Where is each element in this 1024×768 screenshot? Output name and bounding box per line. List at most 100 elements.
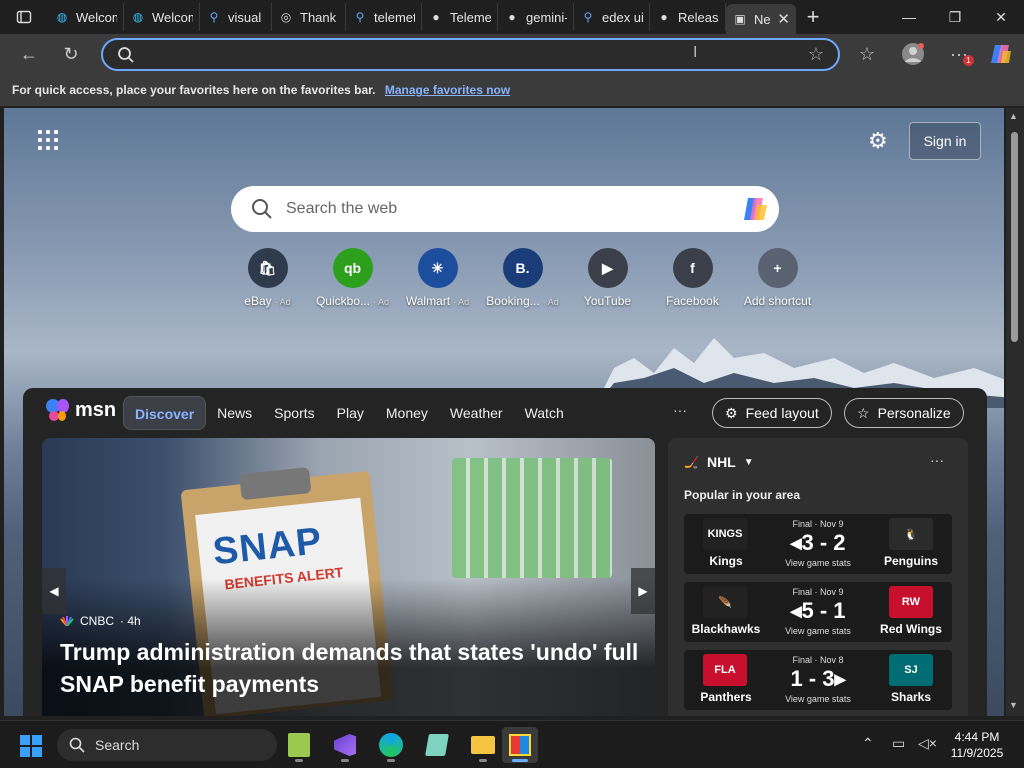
game-score: ◂3 - 2 [790, 530, 846, 555]
volume-muted-icon[interactable]: ◁× [918, 735, 937, 752]
profile-icon [902, 43, 924, 65]
shortcut-label: Add shortcut [744, 294, 811, 308]
shortcut-0[interactable]: 🛍 eBay · Ad [225, 248, 310, 308]
web-search-box[interactable]: Search the web [231, 186, 779, 232]
apps-grid-icon[interactable] [38, 130, 58, 150]
tab-sports[interactable]: Sports [263, 396, 325, 430]
taskbar: Search ⌃ ▭ ◁× 4:44 PM 11/9/2025 [0, 720, 1024, 768]
hero-age-value: 4h [127, 614, 141, 628]
game-stats-link: View game stats [785, 694, 851, 704]
tab-play[interactable]: Play [326, 396, 375, 430]
tab-3[interactable]: ◎ Thank Y [272, 3, 346, 31]
game-row[interactable]: 🪶 RW Blackhawks Red Wings Final · Nov 9 ◂5 - … [684, 582, 952, 642]
tab-label: gemini- [526, 9, 567, 25]
new-tab-button[interactable]: + [796, 4, 830, 30]
file-explorer-app[interactable] [465, 727, 501, 763]
scroll-down-icon[interactable]: ▼ [1009, 700, 1018, 710]
sign-in-button[interactable]: Sign in [909, 122, 981, 160]
tab-4[interactable]: ⚲ telemet [346, 3, 422, 31]
shortcut-2[interactable]: ✳ Walmart · Ad [395, 248, 480, 308]
tab-2[interactable]: ⚲ visual st [200, 3, 272, 31]
shortcut-4[interactable]: ▶ YouTube [565, 248, 650, 308]
game-row[interactable]: FLA SJ Panthers Sharks Final · Nov 81 - 3▸ Vi… [684, 650, 952, 710]
favorite-star-icon[interactable]: ☆ [808, 44, 824, 65]
search-icon: ⚲ [583, 10, 593, 24]
copilot-button[interactable] [986, 40, 1016, 68]
hero-source: CNBC · 4h [60, 614, 141, 628]
new-tab-page: ⚙ Sign in Search the web 🛍 eBay · Ad qb Quic… [4, 108, 1004, 716]
nav-more-button[interactable]: ··· [673, 402, 687, 418]
nhl-header[interactable]: 🏒 NHL ▼ [684, 454, 754, 470]
shortcut-3[interactable]: B. Booking... · Ad [480, 248, 565, 308]
hero-source-name: CNBC [80, 614, 115, 628]
feed-layout-button[interactable]: ⚙ Feed layout [712, 398, 832, 428]
custom-app[interactable] [502, 727, 538, 763]
search-icon [69, 737, 85, 753]
hero-next-button[interactable]: ▶ [631, 568, 655, 614]
hero-story[interactable]: SNAP BENEFITS ALERT ◀ ▶ CNBC · 4h Trump … [42, 438, 655, 716]
settings-more-button[interactable]: ··· 1 [944, 40, 974, 68]
scroll-up-icon[interactable]: ▲ [1009, 111, 1018, 121]
ad-badge: · Ad [274, 297, 291, 307]
taskbar-clock[interactable]: 4:44 PM 11/9/2025 [942, 729, 1012, 761]
taskbar-search[interactable]: Search [57, 729, 277, 761]
manage-favorites-link[interactable]: Manage favorites now [385, 83, 510, 97]
tab-5[interactable]: ● Telemet [422, 3, 498, 31]
shortcut-5[interactable]: f Facebook [650, 248, 735, 308]
windows-start-icon[interactable] [20, 735, 42, 757]
personalize-button[interactable]: ☆ Personalize [844, 398, 964, 428]
gear-icon[interactable]: ⚙ [868, 128, 888, 154]
visual-studio-app[interactable] [327, 727, 363, 763]
tab-1[interactable]: ◍ Welcom [124, 3, 200, 31]
favorites-bar: For quick access, place your favorites h… [0, 74, 1024, 106]
notepad-app[interactable] [419, 727, 455, 763]
msn-logo[interactable]: msn [45, 398, 116, 422]
favorites-button[interactable]: ☆ [852, 40, 882, 68]
hockey-icon: 🏒 [684, 455, 699, 469]
tab-news[interactable]: News [206, 396, 263, 430]
scroll-thumb[interactable] [1011, 132, 1018, 342]
clipboard-clamp [239, 467, 312, 501]
close-window-button[interactable]: ✕ [978, 0, 1024, 34]
github-icon: ● [508, 10, 516, 24]
tab-label: telemet [374, 9, 415, 25]
tab-label: Telemet [450, 9, 491, 25]
tab-label: visual st [228, 9, 265, 25]
tab-weather[interactable]: Weather [439, 396, 514, 430]
refresh-button[interactable]: ↻ [56, 40, 86, 68]
minimize-button[interactable]: — [886, 0, 932, 34]
hero-prev-button[interactable]: ◀ [42, 568, 66, 614]
app-indicator [341, 759, 349, 762]
tab-actions-button[interactable] [0, 0, 48, 34]
tab-9[interactable]: ▣ Ne ✕ [726, 4, 796, 34]
shortcut-1[interactable]: qb Quickbo... · Ad [310, 248, 395, 308]
close-tab-icon[interactable]: ✕ [777, 10, 790, 28]
profile-button[interactable] [898, 40, 928, 68]
shortcut-label: YouTube [584, 294, 631, 308]
hero-age: · 4h [120, 614, 141, 628]
notepad-plus-plus-app[interactable] [281, 727, 317, 763]
tab-6[interactable]: ● gemini- [498, 3, 574, 31]
tab-money[interactable]: Money [375, 396, 439, 430]
tab-strip: ◍ Welcom ◍ Welcom ⚲ visual st ◎ Thank Y ⚲ telemet… [0, 0, 1024, 34]
tab-0[interactable]: ◍ Welcom [48, 3, 124, 31]
hero-title[interactable]: Trump administration demands that states… [60, 636, 650, 700]
shortcut-6[interactable]: + Add shortcut [735, 248, 820, 308]
tab-7[interactable]: ⚲ edex ui [574, 3, 650, 31]
tab-discover[interactable]: Discover [123, 396, 207, 430]
copilot-icon[interactable] [741, 196, 769, 222]
page-scrollbar[interactable]: ▲ ▼ [1006, 108, 1024, 716]
nhl-more-button[interactable]: ··· [930, 452, 944, 468]
edge-app[interactable] [373, 727, 409, 763]
network-icon[interactable]: ▭ [892, 735, 905, 752]
restore-button[interactable]: ❐ [932, 0, 978, 34]
tab-8[interactable]: ● Release [650, 3, 726, 31]
tray-overflow-icon[interactable]: ⌃ [862, 735, 874, 752]
ebay-icon: 🛍 [247, 248, 288, 288]
back-button[interactable]: ← [14, 40, 44, 68]
game-row[interactable]: KINGS 🐧 Kings Penguins Final · Nov 9 ◂3 - 2 Vi… [684, 514, 952, 574]
shortcut-name: Booking... [486, 294, 540, 308]
address-bar[interactable]: I ☆ [101, 38, 840, 71]
clock-date: 11/9/2025 [950, 746, 1004, 760]
tab-watch[interactable]: Watch [514, 396, 575, 430]
